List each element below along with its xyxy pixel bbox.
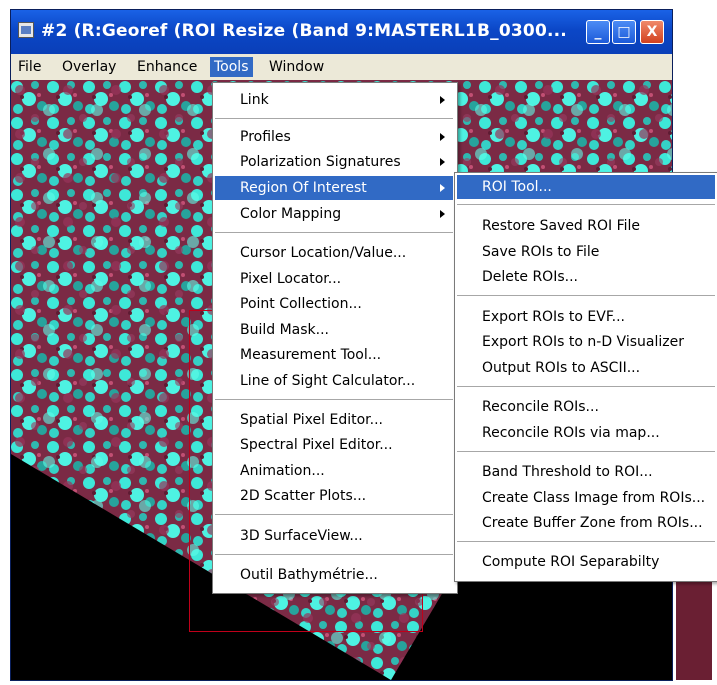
menu-item-output-rois-to-ascii[interactable]: Output ROIs to ASCII...: [457, 356, 715, 380]
tools-menu: Link Profiles Polarization Signatures Re…: [212, 82, 458, 594]
menu-separator: [215, 232, 453, 233]
submenu-arrow-icon: [440, 133, 445, 141]
menu-item-export-rois-to-nd-visualizer[interactable]: Export ROIs to n-D Visualizer: [457, 330, 715, 354]
menu-item-reconcile-rois-via-map[interactable]: Reconcile ROIs via map...: [457, 421, 715, 445]
window-title: #2 (R:Georef (ROI Resize (Band 9:MASTERL…: [41, 21, 567, 41]
menu-item-delete-rois[interactable]: Delete ROIs...: [457, 265, 715, 289]
maximize-button[interactable]: □: [612, 20, 636, 44]
menu-item-create-buffer-zone-from-rois[interactable]: Create Buffer Zone from ROIs...: [457, 511, 715, 535]
menu-item-link[interactable]: Link: [215, 88, 453, 112]
title-bar[interactable]: #2 (R:Georef (ROI Resize (Band 9:MASTERL…: [11, 10, 672, 54]
menu-item-band-threshold-to-roi[interactable]: Band Threshold to ROI...: [457, 460, 715, 484]
menu-item-spectral-pixel-editor[interactable]: Spectral Pixel Editor...: [215, 433, 453, 457]
menu-separator: [215, 399, 453, 400]
menu-item-spatial-pixel-editor[interactable]: Spatial Pixel Editor...: [215, 408, 453, 432]
menu-file[interactable]: File: [14, 57, 45, 77]
menu-enhance[interactable]: Enhance: [133, 57, 201, 77]
menu-tools[interactable]: Tools: [210, 57, 253, 77]
submenu-arrow-icon: [440, 210, 445, 218]
menu-item-export-rois-to-evf[interactable]: Export ROIs to EVF...: [457, 305, 715, 329]
menu-separator: [215, 118, 453, 119]
menu-item-label: Link: [240, 92, 269, 108]
menu-item-label: Profiles: [240, 129, 291, 145]
menu-item-profiles[interactable]: Profiles: [215, 125, 453, 149]
menu-window[interactable]: Window: [265, 57, 328, 77]
menu-item-label: Region Of Interest: [240, 180, 367, 196]
menu-overlay[interactable]: Overlay: [58, 57, 120, 77]
submenu-arrow-icon: [440, 96, 445, 104]
menu-separator: [215, 514, 453, 515]
menu-separator: [457, 451, 715, 452]
menu-item-build-mask[interactable]: Build Mask...: [215, 318, 453, 342]
menu-separator: [215, 554, 453, 555]
menu-item-line-of-sight-calculator[interactable]: Line of Sight Calculator...: [215, 369, 453, 393]
menu-separator: [457, 295, 715, 296]
menu-item-measurement-tool[interactable]: Measurement Tool...: [215, 343, 453, 367]
submenu-arrow-icon: [440, 158, 445, 166]
menu-item-reconcile-rois[interactable]: Reconcile ROIs...: [457, 395, 715, 419]
menu-separator: [457, 541, 715, 542]
menu-separator: [457, 204, 715, 205]
menu-item-save-rois-to-file[interactable]: Save ROIs to File: [457, 240, 715, 264]
menu-item-point-collection[interactable]: Point Collection...: [215, 292, 453, 316]
submenu-arrow-icon: [440, 184, 445, 192]
menu-item-pixel-locator[interactable]: Pixel Locator...: [215, 267, 453, 291]
menu-item-restore-saved-roi-file[interactable]: Restore Saved ROI File: [457, 214, 715, 238]
menu-item-outil-bathymetrie[interactable]: Outil Bathymétrie...: [215, 563, 453, 587]
menu-item-compute-roi-separability[interactable]: Compute ROI Separabilty: [457, 550, 715, 574]
menu-bar: File Overlay Enhance Tools Window: [11, 54, 672, 80]
menu-item-cursor-location[interactable]: Cursor Location/Value...: [215, 241, 453, 265]
close-button[interactable]: X: [640, 20, 664, 44]
window-app-icon[interactable]: [18, 22, 34, 38]
menu-item-polarization-signatures[interactable]: Polarization Signatures: [215, 150, 453, 174]
menu-item-label: Polarization Signatures: [240, 154, 401, 170]
menu-item-animation[interactable]: Animation...: [215, 459, 453, 483]
roi-submenu: ROI Tool... Restore Saved ROI File Save …: [454, 172, 717, 582]
menu-item-label: Color Mapping: [240, 206, 342, 222]
menu-item-create-class-image-from-rois[interactable]: Create Class Image from ROIs...: [457, 486, 715, 510]
menu-item-3d-surfaceview[interactable]: 3D SurfaceView...: [215, 524, 453, 548]
menu-separator: [457, 386, 715, 387]
menu-item-region-of-interest[interactable]: Region Of Interest: [215, 176, 453, 200]
minimize-button[interactable]: _: [586, 20, 610, 44]
menu-item-color-mapping[interactable]: Color Mapping: [215, 202, 453, 226]
menu-item-2d-scatter-plots[interactable]: 2D Scatter Plots...: [215, 484, 453, 508]
menu-item-roi-tool[interactable]: ROI Tool...: [457, 175, 715, 199]
